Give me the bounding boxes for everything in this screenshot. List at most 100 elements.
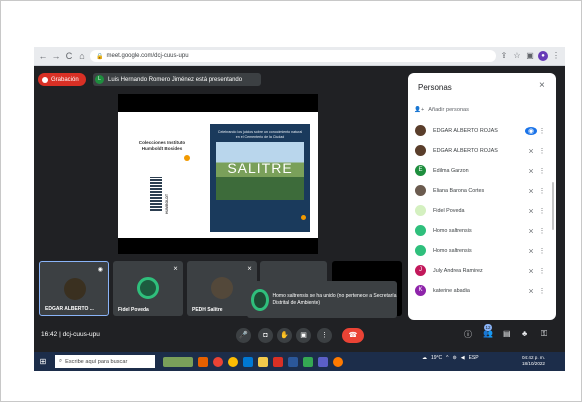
browser-toolbar: ← → C ⌂ 🔒 meet.google.com/dcj-cuus-upu ⇪… (34, 47, 565, 66)
system-tray: ☁ 19°C ^ ⊚ ◀ ESP (422, 355, 479, 361)
weather-temp: 19°C (431, 355, 443, 361)
edge-icon[interactable] (243, 356, 253, 367)
video-tile[interactable]: ◉ EDGAR ALBERTO ... (39, 261, 109, 316)
presenter-banner: L Luis Hernando Romero Jiménez está pres… (93, 73, 261, 86)
mic-off-icon: ⨯ (528, 147, 534, 155)
avatar: K (415, 285, 426, 296)
app-icon[interactable] (333, 356, 343, 367)
participant-row[interactable]: Eliana Barona Cortes ⨯ ⋮ (415, 183, 547, 198)
presentation-slide: Colecciones Instituto Humboldt Bosides H… (118, 112, 318, 238)
slide-word: SALITRE (227, 160, 293, 176)
info-icon[interactable]: ⓘ (464, 329, 472, 340)
avatar (64, 278, 86, 300)
avatar (415, 225, 426, 236)
participant-name: Fidel Poveda (433, 207, 465, 214)
weather-icon: ☁ (422, 355, 427, 361)
more-options-icon[interactable]: ⋮ (537, 247, 547, 255)
more-options-icon[interactable]: ⋮ (537, 127, 547, 135)
add-people-label: Añadir personas (428, 107, 469, 113)
more-options-icon[interactable]: ⋮ (537, 207, 547, 215)
tile-name: Fidel Poveda (118, 307, 149, 313)
recording-badge[interactable]: Grabación (38, 73, 86, 86)
windows-taskbar: ⊞ ⌕ Escribe aquí para buscar ☁ 19°C ^ ⊚ … (34, 352, 565, 371)
avatar (415, 145, 426, 156)
search-icon: ⌕ (59, 358, 63, 364)
more-options-icon[interactable]: ⋮ (537, 267, 547, 275)
present-button[interactable]: ▣ (296, 328, 311, 343)
bookmark-star-icon[interactable]: ☆ (512, 51, 522, 61)
leave-call-button[interactable]: ☎ (342, 328, 364, 343)
close-icon[interactable]: × (539, 80, 545, 91)
host-controls-icon[interactable]: ⚿ (541, 329, 547, 339)
firefox-icon[interactable] (198, 356, 208, 367)
home-icon[interactable]: ⌂ (77, 51, 87, 61)
participant-name: Eliana Barona Cortes (433, 187, 485, 194)
windows-start-icon[interactable]: ⊞ (37, 357, 49, 366)
taskbar-apps (163, 356, 343, 367)
participant-name: Homo saltrensis (433, 247, 472, 254)
lock-icon: 🔒 (96, 53, 104, 60)
taskbar-search[interactable]: ⌕ Escribe aquí para buscar (55, 355, 155, 368)
avatar (415, 125, 426, 136)
extensions-icon[interactable]: ▣ (525, 51, 535, 61)
taskbar-clock[interactable]: 04:42 p. m. 18/10/2022 (522, 355, 545, 367)
word-icon[interactable] (288, 356, 298, 367)
more-options-icon[interactable]: ⋮ (537, 187, 547, 195)
chat-icon[interactable]: ▤ (503, 329, 511, 338)
slide-side-text: HUMBOLDT (165, 193, 169, 214)
chrome-profile-icon[interactable] (228, 356, 238, 367)
share-icon[interactable]: ⇪ (499, 51, 509, 61)
camera-button[interactable]: ◘ (258, 328, 273, 343)
tray-language[interactable]: ESP (469, 355, 479, 361)
address-bar[interactable]: 🔒 meet.google.com/dcj-cuus-upu (90, 50, 496, 62)
participant-row[interactable]: E Edilma Garzon ⨯ ⋮ (415, 163, 547, 178)
participant-row[interactable]: EDGAR ALBERTO ROJAS ⨯ ⋮ (415, 143, 547, 158)
participant-row[interactable]: Fidel Poveda ⨯ ⋮ (415, 203, 547, 218)
participant-row[interactable]: Kkaterine abadia ⨯ ⋮ (415, 283, 547, 298)
participant-row[interactable]: J July Andrea Ramirez ⨯ ⋮ (415, 263, 547, 278)
mic-off-icon: ⨯ (528, 187, 534, 195)
recording-label: Grabación (51, 76, 79, 83)
avatar (415, 185, 426, 196)
tray-network-icon[interactable]: ⊚ (453, 355, 457, 361)
file-explorer-icon[interactable] (258, 356, 268, 367)
news-widget-icon[interactable] (163, 356, 193, 367)
chrome-icon[interactable] (213, 356, 223, 367)
mic-button[interactable]: 🎤 (236, 328, 251, 343)
more-options-icon[interactable]: ⋮ (537, 287, 547, 295)
menu-kebab-icon[interactable]: ⋮ (551, 51, 561, 61)
mic-off-icon: ⨯ (246, 266, 252, 272)
mic-off-icon: ⨯ (528, 167, 534, 175)
more-options-icon[interactable]: ⋮ (537, 167, 547, 175)
office-icon[interactable] (273, 356, 283, 367)
teams-icon[interactable] (318, 356, 328, 367)
video-tile[interactable]: ⨯ Fidel Poveda (113, 261, 183, 316)
more-options-icon[interactable]: ⋮ (537, 227, 547, 235)
add-people-button[interactable]: 👤+ Añadir personas (414, 107, 469, 113)
avatar (211, 277, 233, 299)
tile-name: EDGAR ALBERTO ... (45, 306, 94, 312)
tray-chevron-icon[interactable]: ^ (446, 355, 448, 361)
people-icon[interactable]: 👥 (483, 329, 493, 338)
profile-avatar-icon[interactable]: ● (538, 51, 548, 61)
avatar (415, 245, 426, 256)
participant-row[interactable]: Homo saltrensis ⨯ ⋮ (415, 223, 547, 238)
meet-icon[interactable] (303, 356, 313, 367)
tray-volume-icon[interactable]: ◀ (461, 355, 465, 361)
participant-row[interactable]: EDGAR ALBERTO ROJAS ◉ ⋮ (415, 123, 547, 138)
avatar (415, 205, 426, 216)
avatar (251, 288, 269, 311)
back-icon[interactable]: ← (38, 51, 48, 61)
participant-row[interactable]: Homo saltrensis ⨯ ⋮ (415, 243, 547, 258)
raise-hand-button[interactable]: ✋ (277, 328, 292, 343)
forward-icon[interactable]: → (51, 51, 61, 61)
reload-icon[interactable]: C (64, 51, 74, 61)
activities-icon[interactable]: ♣ (522, 329, 527, 338)
more-options-icon[interactable]: ⋮ (537, 147, 547, 155)
slide-panel-text: Celebrando los juicios sobre un conocimi… (217, 130, 303, 139)
more-options-button[interactable]: ⋮ (317, 328, 332, 343)
meeting-code: dcj-cuus-upu (62, 331, 100, 338)
mic-off-icon: ⨯ (528, 227, 534, 235)
avatar: J (415, 265, 426, 276)
people-scrollbar[interactable] (552, 182, 554, 230)
